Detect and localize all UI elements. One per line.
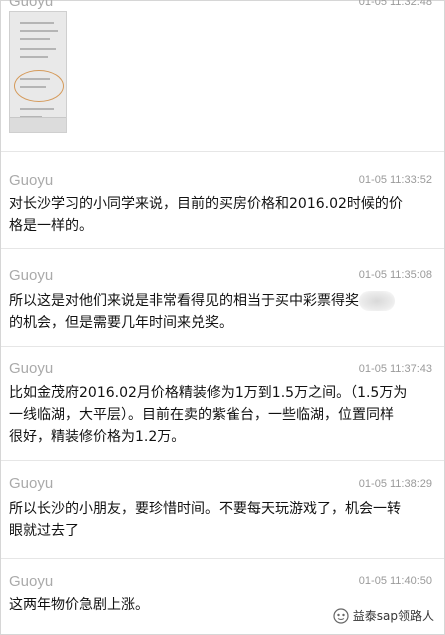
message-text: 比如金茂府2016.02月价格精装修为1万到1.5万之间。（1.5万为 一线临湖… [9,385,408,445]
wechat-official-account-icon [333,607,349,624]
sender-name: Guoyu [9,172,54,189]
message-time: 01-05 11:40:50 [358,575,432,587]
sender-name: Guoyu [9,475,54,492]
chat-message: Guoyu 01-05 11:38:29 所以长沙的小朋友，要珍惜时间。不要每天… [1,460,444,557]
message-text: 所以这是对他们来说是非常看得见的相当于买中彩票得奖 的机会，但是需要几年时间来兑… [9,290,419,334]
chat-message: Guoyu 01-05 11:37:43 比如金茂府2016.02月价格精装修为… [1,346,444,459]
message-time: 01-05 11:33:52 [358,174,432,186]
chat-message: Guoyu 01-05 11:35:08 所以这是对他们来说是非常看得见的相当于… [1,248,444,345]
sender-name: Guoyu [9,0,54,10]
watermark: 益泰sap领路人 [333,607,434,624]
redacted-blur [359,291,395,311]
message-time: 01-05 11:38:29 [358,478,432,490]
image-thumbnail[interactable] [9,11,67,133]
chat-message: Guoyu 01-05 11:32:48 [1,0,444,145]
message-text: 对长沙学习的小同学来说，目前的买房价格和2016.02时候的价 格是一样的。 [9,196,403,234]
message-time: 01-05 11:32:48 [358,0,432,8]
watermark-text: 益泰sap领路人 [352,609,434,623]
message-text: 所以长沙的小朋友，要珍惜时间。不要每天玩游戏了，机会一转 眼就过去了 [9,501,401,539]
sender-name: Guoyu [9,360,54,377]
message-time: 01-05 11:35:08 [358,269,432,281]
chat-log: Guoyu 01-05 11:32:48 Guoyu 01-05 11:33:5… [0,0,445,635]
sender-name: Guoyu [9,267,54,284]
chat-message: Guoyu 01-05 11:33:52 对长沙学习的小同学来说，目前的买房价格… [1,151,444,248]
sender-name: Guoyu [9,573,54,590]
message-time: 01-05 11:37:43 [358,363,432,375]
